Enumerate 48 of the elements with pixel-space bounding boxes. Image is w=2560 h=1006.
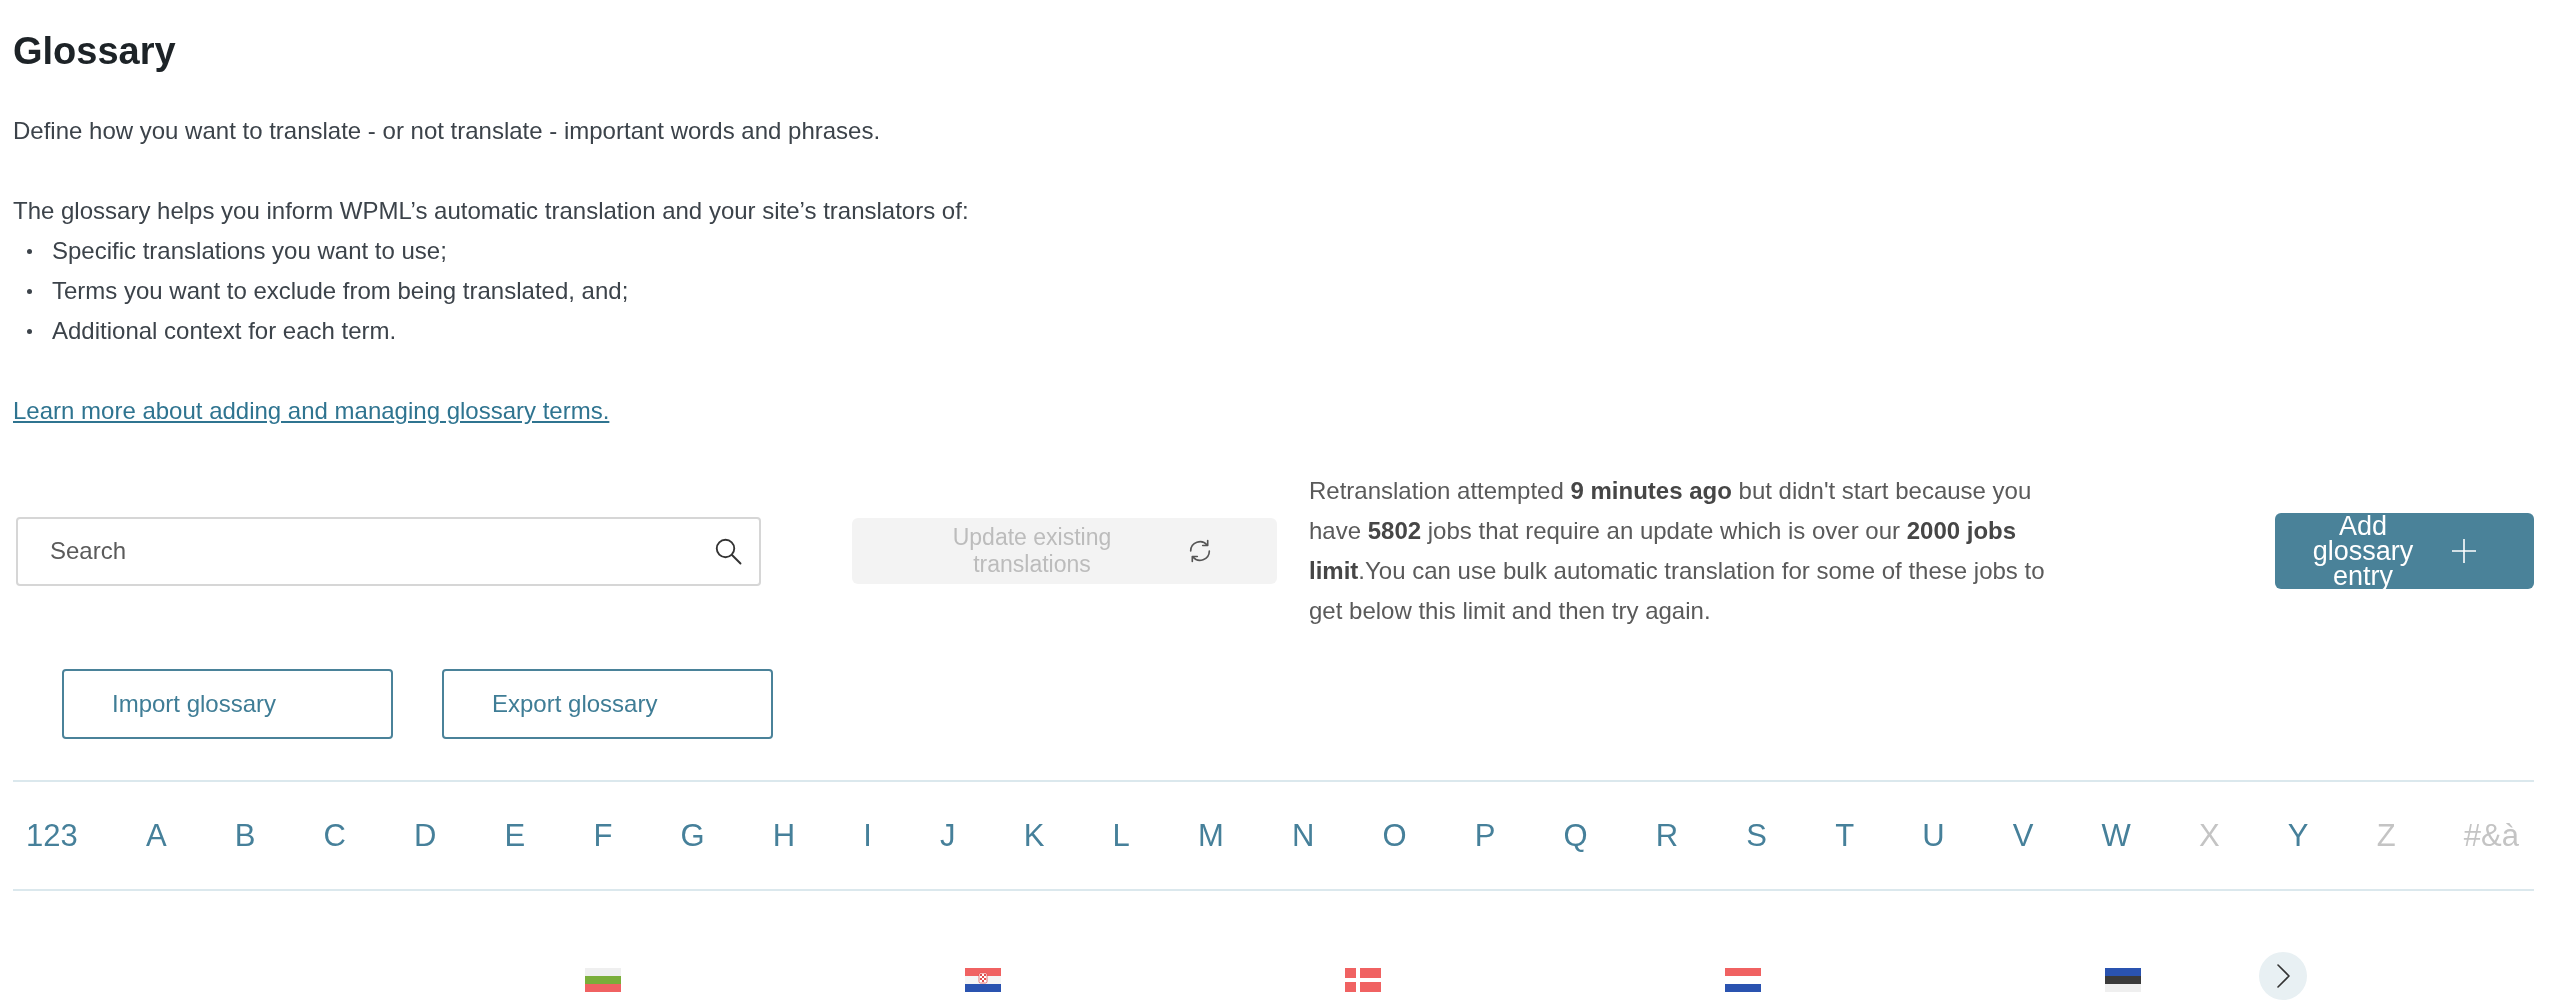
flag-icon xyxy=(585,968,621,992)
bullet-icon xyxy=(27,328,32,334)
intro-text: Define how you want to translate - or not translate - important words and phrases. xyxy=(13,116,881,146)
letter-filter[interactable]: S xyxy=(1746,816,1767,855)
bullet-text: Specific translations you want to use; xyxy=(52,236,447,266)
letter-filter[interactable]: Y xyxy=(2287,816,2309,855)
flag-icon xyxy=(965,968,1001,992)
import-button[interactable]: Import glossary xyxy=(62,669,393,739)
letter-filter[interactable]: H xyxy=(772,816,796,855)
letter-filter[interactable]: C xyxy=(323,816,346,855)
learn-more-link[interactable]: Learn more about adding and managing glossary terms. xyxy=(13,397,610,424)
letter-filter[interactable]: B xyxy=(234,816,256,855)
letter-filter[interactable]: N xyxy=(1291,816,1315,855)
letter-filter[interactable]: V xyxy=(2012,816,2034,855)
add-glossary-entry-button[interactable]: Add glossary entry xyxy=(2275,513,2534,589)
letter-filter[interactable]: E xyxy=(504,816,526,855)
letter-filter[interactable]: T xyxy=(1835,816,1855,855)
page-title: Glossary xyxy=(13,29,176,74)
letter-filter[interactable]: M xyxy=(1197,816,1224,855)
letter-filter[interactable]: O xyxy=(1382,816,1407,855)
retranslation-notice: Retranslation attempted 9 minutes ago but didn't start because you have 5802 jobs that require an update which is over our 2000 jobs limit.You can use bulk automatic translation for some of these jobs to get below this limit and then try again. xyxy=(1309,476,2046,626)
letter-filter[interactable]: A xyxy=(145,816,167,855)
bullet-text: Additional context for each term. xyxy=(52,316,397,346)
letter-filter[interactable]: K xyxy=(1023,816,1045,855)
search-field[interactable]: Search xyxy=(16,516,761,586)
letter-filter[interactable]: P xyxy=(1474,816,1496,855)
letter-filter[interactable]: Q xyxy=(1563,816,1588,855)
letter-filter[interactable]: J xyxy=(940,816,956,855)
letter-filter[interactable]: R xyxy=(1655,816,1679,855)
letter-filter[interactable]: I xyxy=(863,816,872,855)
letter-filter[interactable]: 123 xyxy=(26,816,78,855)
chevron-right-icon xyxy=(2276,964,2290,988)
bullet-text: Terms you want to exclude from being translated, and; xyxy=(52,276,629,306)
letter-filter[interactable]: F xyxy=(593,816,613,855)
letter-filter[interactable]: L xyxy=(1112,816,1130,855)
letter-filter[interactable]: D xyxy=(414,816,437,855)
letter-filter[interactable]: W xyxy=(2101,816,2131,855)
description-text: The glossary helps you inform WPML’s automatic translation and your site’s translators of: xyxy=(13,196,969,226)
plus-icon xyxy=(2452,539,2476,563)
bullet-icon xyxy=(27,248,32,254)
export-button[interactable]: Export glossary xyxy=(442,669,773,739)
next-button[interactable] xyxy=(2259,952,2307,1000)
letter-filter[interactable]: U xyxy=(1922,816,1945,855)
flag-icon xyxy=(2105,968,2141,992)
flag-icon xyxy=(1725,968,1761,992)
flag-icon xyxy=(1345,968,1381,992)
letter-filter[interactable]: G xyxy=(680,816,705,855)
bullet-icon xyxy=(27,288,32,294)
